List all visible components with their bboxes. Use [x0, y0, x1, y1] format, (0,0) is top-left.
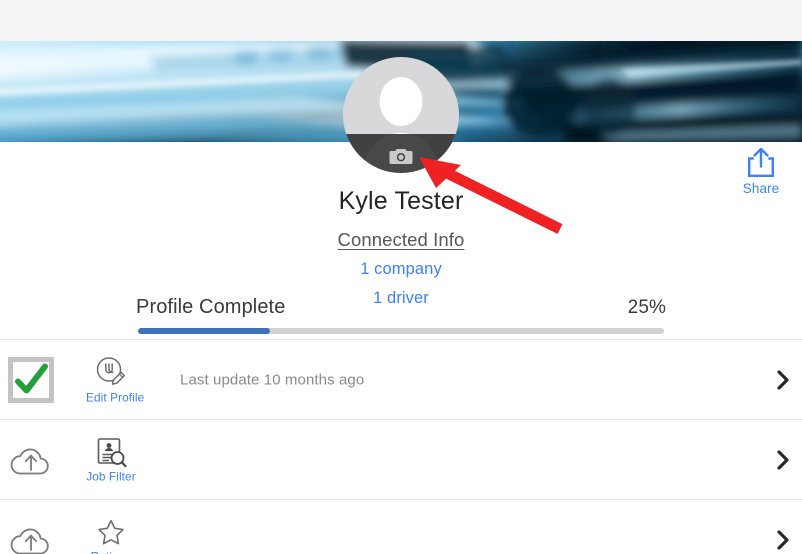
job-filter-icon [97, 437, 127, 467]
progress-bar-track [138, 328, 664, 334]
profile-completion: Profile Complete 25% [0, 296, 802, 334]
profile-screen: Share Kyle Tester Connected Info 1 compa… [0, 0, 802, 554]
job-filter-label: Job Filter [86, 469, 136, 483]
profile-task-list: Edit Profile Last update 10 months ago J… [0, 339, 802, 554]
camera-icon[interactable] [389, 147, 413, 165]
share-button[interactable]: Share [730, 146, 792, 196]
connected-info-link[interactable]: Connected Info [338, 229, 465, 251]
progress-bar-fill [138, 328, 270, 334]
edit-profile-label: Edit Profile [86, 390, 145, 404]
profile-complete-label: Profile Complete [136, 296, 286, 318]
ratings-star-icon [98, 519, 124, 544]
table-row[interactable]: Edit Profile Last update 10 months ago [0, 339, 802, 419]
identity-block: Kyle Tester Connected Info 1 company 1 d… [0, 186, 802, 309]
chevron-right-icon[interactable] [775, 529, 791, 551]
profile-complete-percent: 25% [627, 297, 666, 318]
checkbox-checked-icon [8, 356, 54, 403]
connection-company[interactable]: 1 company [0, 258, 802, 280]
job-filter-action[interactable]: Job Filter [86, 436, 136, 483]
edit-profile-icon [96, 356, 126, 385]
share-icon [748, 147, 774, 177]
ratings-label: Ratings [86, 549, 136, 554]
cloud-upload-icon [10, 448, 49, 474]
page-title: Kyle Tester [338, 187, 464, 215]
chevron-right-icon[interactable] [775, 449, 791, 471]
last-update-text: Last update 10 months ago [180, 371, 365, 388]
cloud-upload-icon [10, 528, 49, 554]
edit-profile-action[interactable]: Edit Profile [86, 355, 145, 404]
profile-avatar[interactable] [343, 57, 459, 173]
status-bar [0, 0, 802, 41]
ratings-action[interactable]: Ratings [86, 516, 136, 554]
table-row[interactable]: Ratings [0, 499, 802, 554]
avatar-silhouette-head [379, 77, 423, 126]
chevron-right-icon[interactable] [775, 369, 791, 391]
profile-completion-header: Profile Complete 25% [136, 296, 666, 322]
share-label: Share [742, 181, 780, 196]
table-row[interactable]: Job Filter [0, 419, 802, 499]
